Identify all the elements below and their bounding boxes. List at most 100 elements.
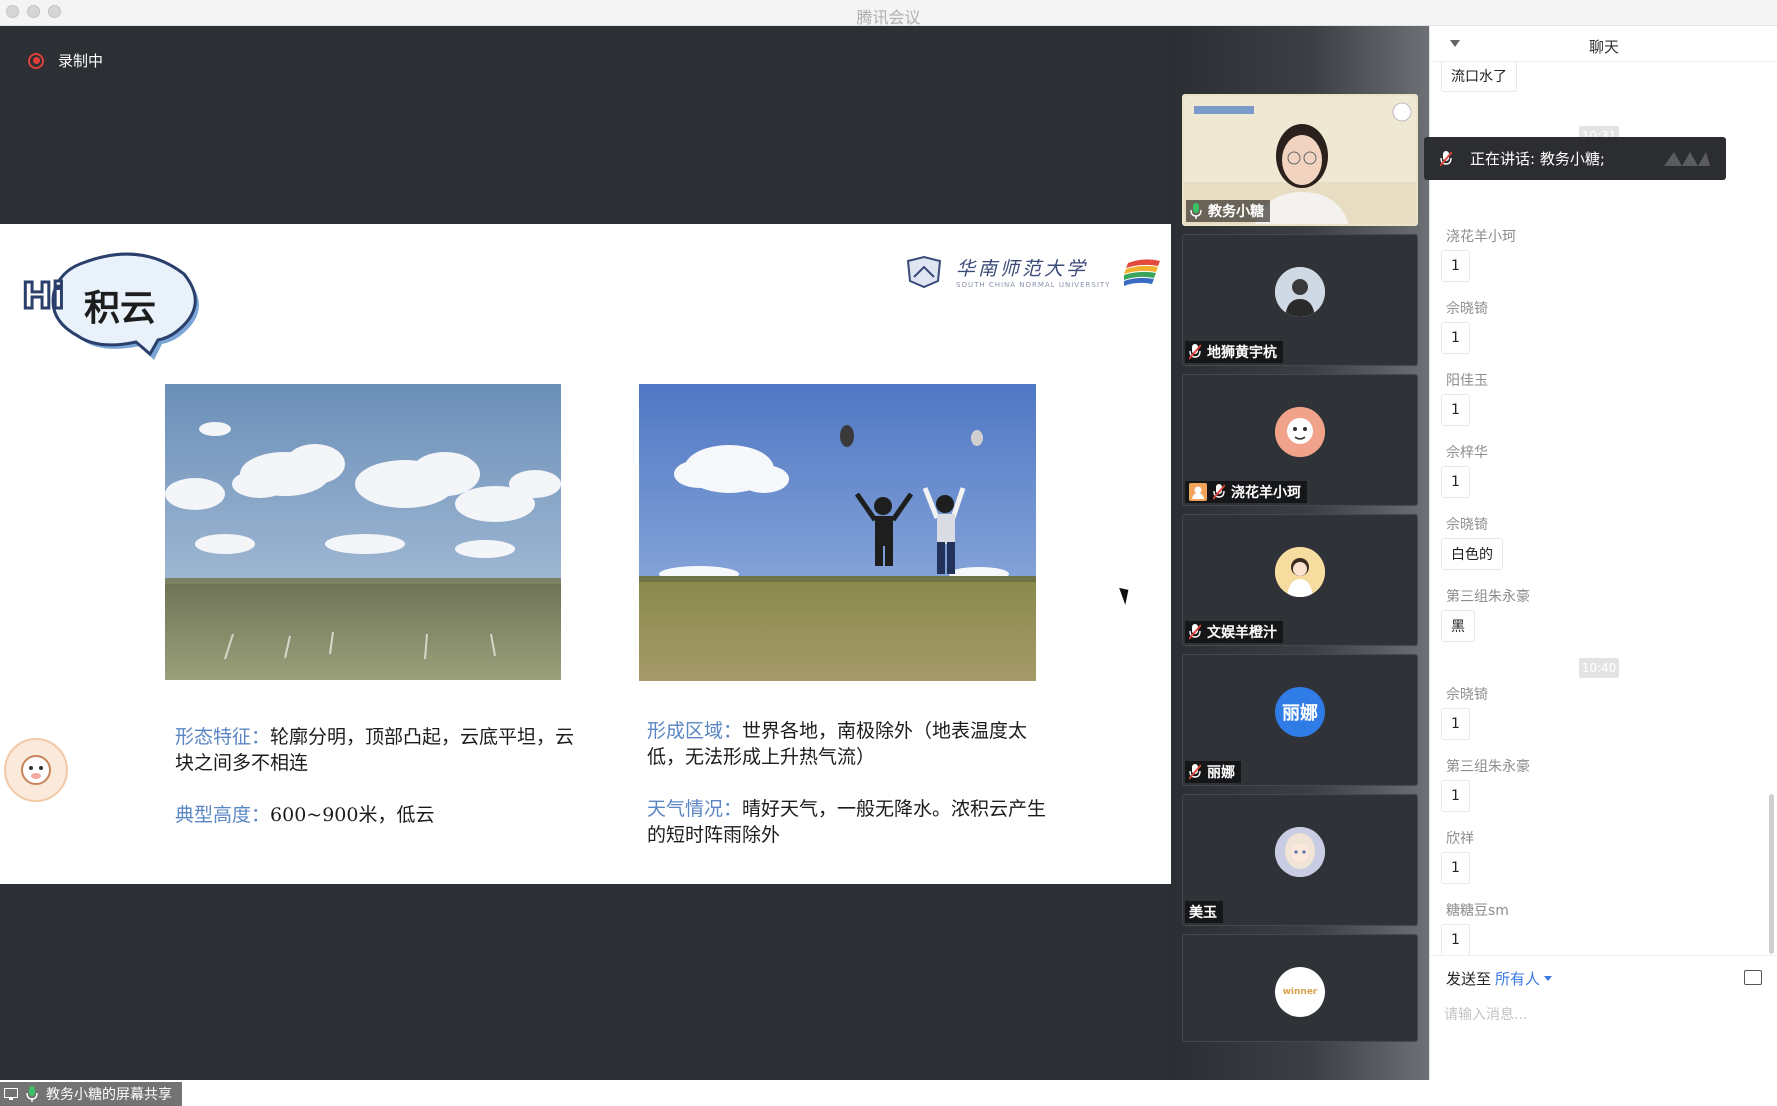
chat-sender: 佘晓锜	[1446, 517, 1488, 533]
sheep-icon	[21, 755, 51, 785]
participant-name-tag: 浇花羊小珂	[1185, 481, 1307, 503]
school-name: 华南师范大学	[956, 258, 1089, 280]
mic-on-icon	[26, 1086, 38, 1102]
mic-on-icon	[1190, 203, 1202, 219]
screen-share-label: 教务小糖的屏幕共享	[0, 1082, 182, 1106]
feature-description: 形态特征：轮廓分明，顶部凸起，云底平坦，云块之间多不相连	[175, 724, 575, 776]
chat-header: 聊天	[1430, 26, 1777, 62]
chat-message: 1	[1441, 250, 1470, 282]
mic-muted-icon	[1189, 764, 1201, 780]
mic-muted-icon	[1189, 344, 1201, 360]
screen-share-icon	[4, 1088, 18, 1100]
chat-compose: 发送至 所有人	[1430, 955, 1777, 1080]
avatar	[1275, 827, 1325, 877]
height-key: 典型高度：	[175, 804, 271, 826]
chat-message: 白色的	[1441, 538, 1503, 570]
participant-name-tag: 教务小糖	[1186, 200, 1270, 222]
chat-title: 聊天	[1588, 38, 1619, 56]
height-value: 600~900米，低云	[270, 804, 435, 826]
chat-message-list[interactable]: 流口水了 10:31 欣祥 浇花羊小珂 1 佘晓锜 1 阳佳玉 1 佘梓华 1 …	[1430, 62, 1777, 955]
chat-sender: 浇花羊小珂	[1446, 229, 1516, 245]
participant-tile[interactable]: 教务小糖	[1182, 94, 1418, 226]
slide-title-bubble: Hi 积云	[22, 252, 199, 360]
title-bar: 腾讯会议	[0, 0, 1777, 27]
cartoon-avatar-icon	[1275, 407, 1325, 457]
anime-avatar-icon	[1275, 827, 1325, 877]
chat-sender: 欣祥	[1446, 831, 1474, 847]
participant-name-tag: 丽娜	[1185, 761, 1241, 783]
chat-message: 黑	[1441, 610, 1475, 642]
avatar: 丽娜	[1275, 687, 1325, 737]
record-icon	[28, 52, 44, 69]
speaking-text: 正在讲话: 教务小糖;	[1470, 150, 1605, 168]
jumping-people-photo	[639, 384, 1036, 681]
avatar	[1275, 407, 1325, 457]
recording-indicator[interactable]: 录制中	[28, 50, 103, 71]
chat-message: 1	[1441, 466, 1470, 498]
weather-key: 天气情况：	[647, 798, 743, 820]
feature-key: 形态特征：	[175, 726, 271, 748]
participant-name: 丽娜	[1207, 765, 1235, 781]
avatar: winner	[1275, 967, 1325, 1017]
school-stripe-logo-icon	[1124, 258, 1161, 286]
cartoon-girl-avatar-icon	[1275, 547, 1325, 597]
sheep-stamp-logo	[4, 738, 68, 802]
chat-sender: 糖糖豆sm	[1446, 903, 1509, 919]
participant-tile[interactable]: 文娱羊橙汁	[1182, 514, 1418, 646]
chevron-down-icon[interactable]	[1544, 976, 1552, 981]
send-target-dropdown[interactable]: 所有人	[1495, 968, 1540, 989]
school-name-en: SOUTH CHINA NORMAL UNIVERSITY	[956, 281, 1111, 289]
participant-name-tag: 文娱羊橙汁	[1185, 621, 1283, 643]
slide-title: 积云	[84, 287, 156, 329]
send-to-label: 发送至	[1446, 970, 1492, 988]
cumulus-field-photo	[165, 384, 561, 680]
participant-name: 美玉	[1189, 905, 1217, 921]
shared-screen-area: 录制中 Hi 积云 华南师范大学 SOUTH CHINA NORMAL UNIV…	[0, 26, 1171, 1106]
chat-message: 1	[1441, 852, 1470, 884]
height-description: 典型高度：600~900米，低云	[175, 802, 575, 828]
chat-sender: 第三组朱永豪	[1446, 759, 1530, 775]
recording-label: 录制中	[58, 52, 104, 70]
mic-muted-icon	[1440, 150, 1452, 167]
participant-name: 地狮黄宇杭	[1207, 345, 1277, 361]
user-photo-icon	[1275, 267, 1325, 317]
school-emblem-icon	[906, 255, 942, 288]
image-upload-icon[interactable]	[1744, 970, 1762, 985]
chat-sender: 佘晓锜	[1446, 301, 1488, 317]
chat-panel: 聊天 流口水了 10:31 欣祥 浇花羊小珂 1 佘晓锜 1 阳佳玉 1 佘梓华…	[1429, 26, 1777, 1080]
avatar	[1275, 267, 1325, 317]
weather-description: 天气情况：晴好天气，一般无降水。浓积云产生的短时阵雨除外	[647, 796, 1047, 848]
chat-sender: 佘晓锜	[1446, 687, 1488, 703]
participant-tile[interactable]: 美玉	[1182, 794, 1418, 926]
chat-message: 1	[1441, 708, 1470, 740]
chat-sender: 第三组朱永豪	[1446, 589, 1530, 605]
participant-tile[interactable]: 丽娜 丽娜	[1182, 654, 1418, 786]
mic-muted-icon	[1213, 484, 1225, 500]
region-key: 形成区域：	[647, 720, 743, 742]
participant-name: 文娱羊橙汁	[1207, 625, 1277, 641]
participant-tile[interactable]: winner	[1182, 934, 1418, 1042]
participant-name-tag: 地狮黄宇杭	[1185, 341, 1283, 363]
chat-sender: 佘梓华	[1446, 445, 1488, 461]
participant-tile[interactable]: 浇花羊小珂	[1182, 374, 1418, 506]
chat-message: 1	[1441, 322, 1470, 354]
chat-scrollbar[interactable]	[1769, 794, 1774, 954]
tencent-meeting-window: 腾讯会议 录制中 Hi 积云 华南师范大学 SOUTH CHINA NORMAL…	[0, 0, 1777, 1106]
chat-sender: 阳佳玉	[1446, 373, 1488, 389]
school-logo: 华南师范大学 SOUTH CHINA NORMAL UNIVERSITY	[904, 254, 1162, 289]
participant-tile[interactable]: 地狮黄宇杭	[1182, 234, 1418, 366]
chat-message: 1	[1441, 780, 1470, 812]
host-badge-icon	[1189, 483, 1207, 501]
window-title: 腾讯会议	[856, 8, 921, 27]
participant-name-tag: 美玉	[1185, 901, 1223, 923]
chat-message: 1	[1441, 924, 1470, 955]
mic-muted-icon	[1189, 624, 1201, 640]
chat-timestamp: 10:40	[1579, 658, 1619, 678]
speaking-indicator: 正在讲话: 教务小糖;	[1424, 137, 1726, 180]
chat-message: 1	[1441, 394, 1470, 426]
chat-input[interactable]	[1444, 1000, 1762, 1030]
region-description: 形成区域：世界各地，南极除外（地表温度太低，无法形成上升热气流）	[647, 718, 1047, 770]
slide-hi-text: Hi	[22, 276, 64, 317]
avatar	[1275, 547, 1325, 597]
audio-level-icon	[1664, 152, 1710, 166]
